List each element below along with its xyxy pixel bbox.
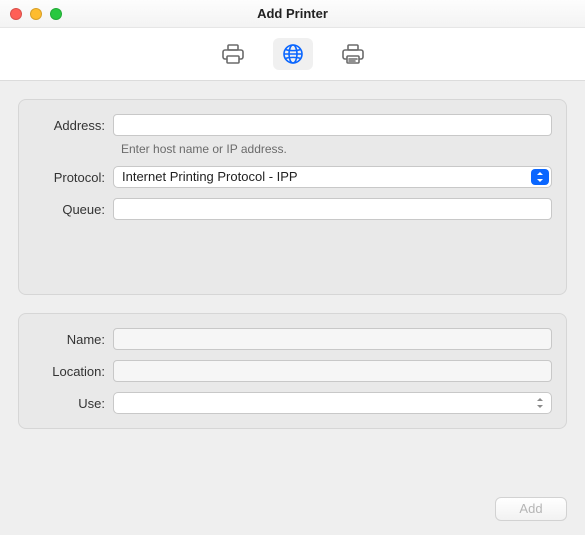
address-label: Address: [33,118,113,133]
protocol-select[interactable]: Internet Printing Protocol - IPP [113,166,552,188]
protocol-select-value: Internet Printing Protocol - IPP [122,167,525,187]
use-row: Use: [33,392,552,414]
protocol-row: Protocol: Internet Printing Protocol - I… [33,166,552,188]
queue-row: Queue: [33,198,552,220]
window-controls [10,8,62,20]
address-input[interactable] [113,114,552,136]
name-input[interactable] [113,328,552,350]
titlebar: Add Printer [0,0,585,28]
close-window-button[interactable] [10,8,22,20]
info-panel: Name: Location: Use: [18,313,567,429]
zoom-window-button[interactable] [50,8,62,20]
address-helper: Enter host name or IP address. [121,142,552,156]
footer: Add [495,497,567,521]
name-label: Name: [33,332,113,347]
add-button[interactable]: Add [495,497,567,521]
queue-input[interactable] [113,198,552,220]
default-tab[interactable] [213,38,253,70]
globe-icon [281,42,305,66]
protocol-label: Protocol: [33,170,113,185]
content: Address: Enter host name or IP address. … [0,80,585,535]
queue-label: Queue: [33,202,113,217]
updown-icon [531,395,549,411]
printer-advanced-icon [340,43,366,65]
toolbar-segmented [213,38,373,70]
location-input[interactable] [113,360,552,382]
printer-icon [220,43,246,65]
name-row: Name: [33,328,552,350]
toolbar [0,28,585,80]
updown-icon [531,169,549,185]
windows-tab[interactable] [333,38,373,70]
network-panel: Address: Enter host name or IP address. … [18,99,567,295]
use-select[interactable] [113,392,552,414]
use-label: Use: [33,396,113,411]
location-row: Location: [33,360,552,382]
location-label: Location: [33,364,113,379]
minimize-window-button[interactable] [30,8,42,20]
ip-tab[interactable] [273,38,313,70]
window-title: Add Printer [0,6,585,21]
address-row: Address: [33,114,552,136]
spacer [33,230,552,280]
